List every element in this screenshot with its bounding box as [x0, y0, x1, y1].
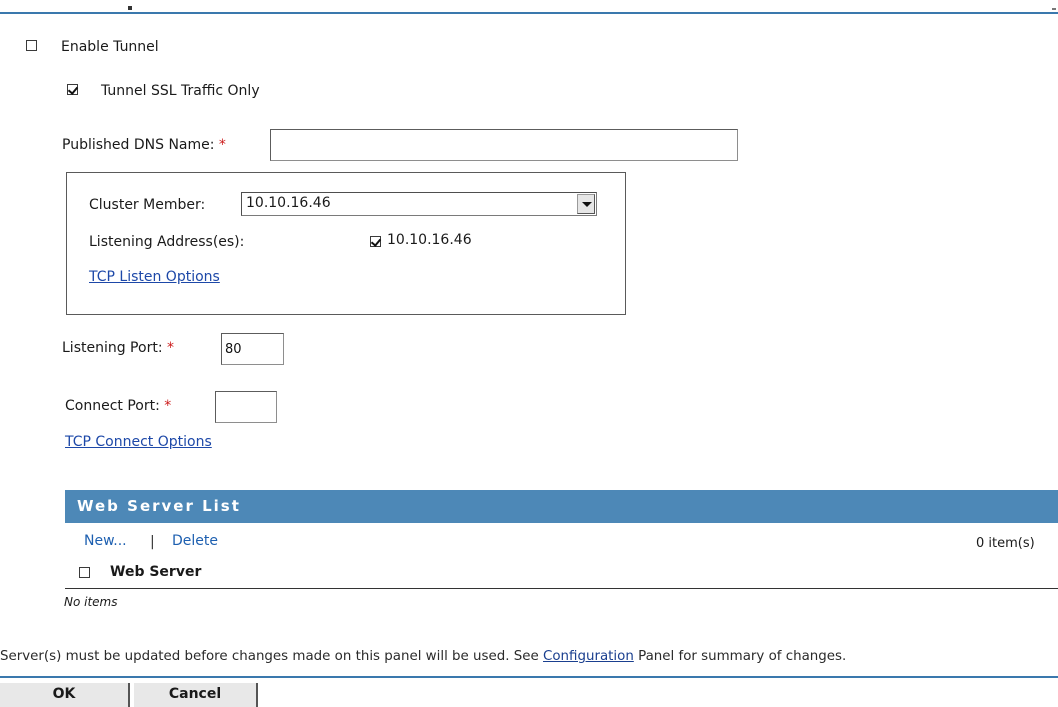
connect-port-label: Connect Port: * — [65, 398, 171, 414]
listening-port-label: Listening Port: * — [62, 340, 174, 356]
tcp-connect-options-link[interactable]: TCP Connect Options — [65, 434, 212, 450]
connect-port-input[interactable] — [215, 391, 277, 423]
web-server-column-header: Web Server — [110, 564, 202, 580]
required-marker: * — [166, 340, 174, 356]
item-count: 0 item(s) — [976, 536, 1035, 551]
web-server-list-title: Web Server List — [77, 497, 241, 515]
listening-address-value: 10.10.16.46 — [387, 232, 472, 248]
enable-tunnel-label: Enable Tunnel — [61, 39, 159, 55]
top-divider-mark-right — [1052, 8, 1056, 10]
tunnel-ssl-checkbox[interactable] — [67, 84, 78, 95]
cancel-button[interactable]: Cancel — [134, 683, 258, 707]
select-all-checkbox[interactable] — [79, 567, 90, 578]
published-dns-label: Published DNS Name: * — [62, 137, 226, 153]
empty-list-text: No items — [64, 595, 118, 609]
action-separator: | — [150, 534, 155, 550]
listening-port-input[interactable] — [221, 333, 284, 365]
listening-port-label-text: Listening Port: — [62, 340, 163, 356]
update-notice: Server(s) must be updated before changes… — [0, 649, 846, 664]
listening-addresses-label: Listening Address(es): — [89, 234, 245, 250]
published-dns-input[interactable] — [270, 129, 738, 161]
tunnel-ssl-label: Tunnel SSL Traffic Only — [101, 83, 260, 99]
delete-button[interactable]: Delete — [172, 533, 218, 549]
footer-divider — [0, 676, 1058, 678]
required-marker: * — [164, 398, 172, 414]
new-button[interactable]: New... — [84, 533, 127, 549]
notice-suffix: Panel for summary of changes. — [638, 649, 847, 664]
listening-address-checkbox[interactable] — [370, 236, 381, 247]
enable-tunnel-checkbox[interactable] — [26, 40, 37, 51]
top-divider — [0, 12, 1058, 14]
tcp-listen-options-link[interactable]: TCP Listen Options — [89, 269, 220, 285]
cluster-member-select[interactable]: 10.10.16.46 — [241, 192, 597, 216]
cluster-member-value: 10.10.16.46 — [246, 195, 331, 211]
web-server-list-header: Web Server List — [65, 490, 1058, 523]
configuration-link[interactable]: Configuration — [543, 649, 634, 664]
required-marker: * — [218, 137, 226, 153]
cluster-member-label: Cluster Member: — [89, 197, 206, 213]
ok-button[interactable]: OK — [0, 683, 130, 707]
chevron-down-icon[interactable] — [577, 194, 595, 214]
notice-prefix: Server(s) must be updated before changes… — [0, 649, 539, 664]
published-dns-label-text: Published DNS Name: — [62, 137, 215, 153]
list-header-divider — [65, 588, 1058, 589]
connect-port-label-text: Connect Port: — [65, 398, 160, 414]
top-divider-mark — [128, 6, 132, 10]
